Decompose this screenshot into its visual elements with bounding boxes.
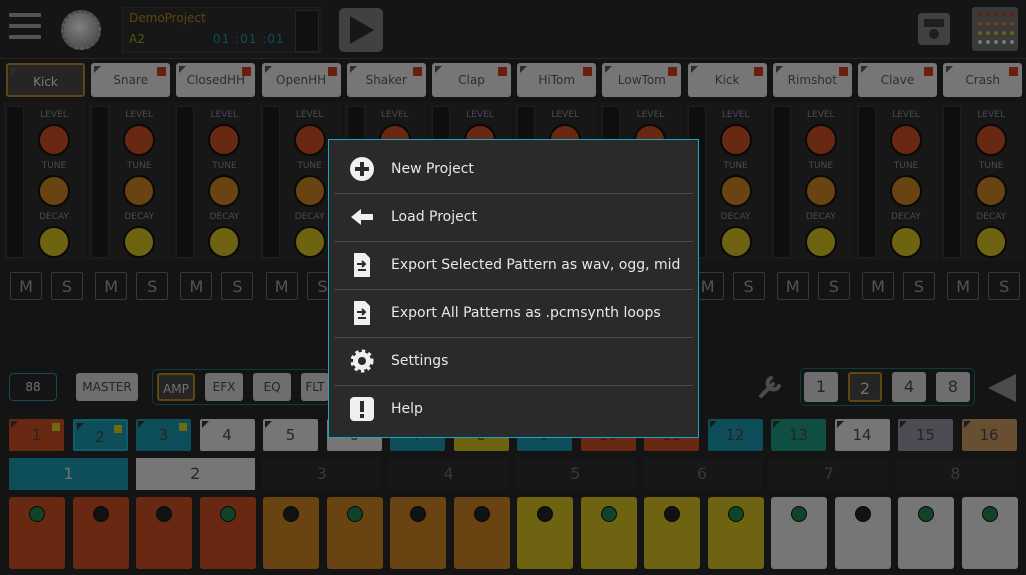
gear-icon [349,348,375,374]
export-file-icon [349,300,375,326]
menu-item-label: Export All Patterns as .pcmsynth loops [391,305,661,321]
menu-item-label: New Project [391,161,474,177]
arrow-left-icon [349,204,375,230]
main-menu: New Project Load Project Export Selected… [328,139,699,438]
menu-item-help[interactable]: Help [334,385,693,433]
menu-item-export-all[interactable]: Export All Patterns as .pcmsynth loops [334,289,693,338]
menu-item-load-project[interactable]: Load Project [334,193,693,242]
export-file-icon [349,252,375,278]
menu-item-settings[interactable]: Settings [334,337,693,386]
exclamation-icon [349,396,375,422]
menu-item-new-project[interactable]: New Project [334,145,693,194]
menu-item-label: Settings [391,353,449,369]
menu-item-export-selected[interactable]: Export Selected Pattern as wav, ogg, mid [334,241,693,290]
menu-item-label: Help [391,401,423,417]
menu-item-label: Export Selected Pattern as wav, ogg, mid [391,257,681,273]
plus-circle-icon [349,156,375,182]
menu-item-label: Load Project [391,209,477,225]
